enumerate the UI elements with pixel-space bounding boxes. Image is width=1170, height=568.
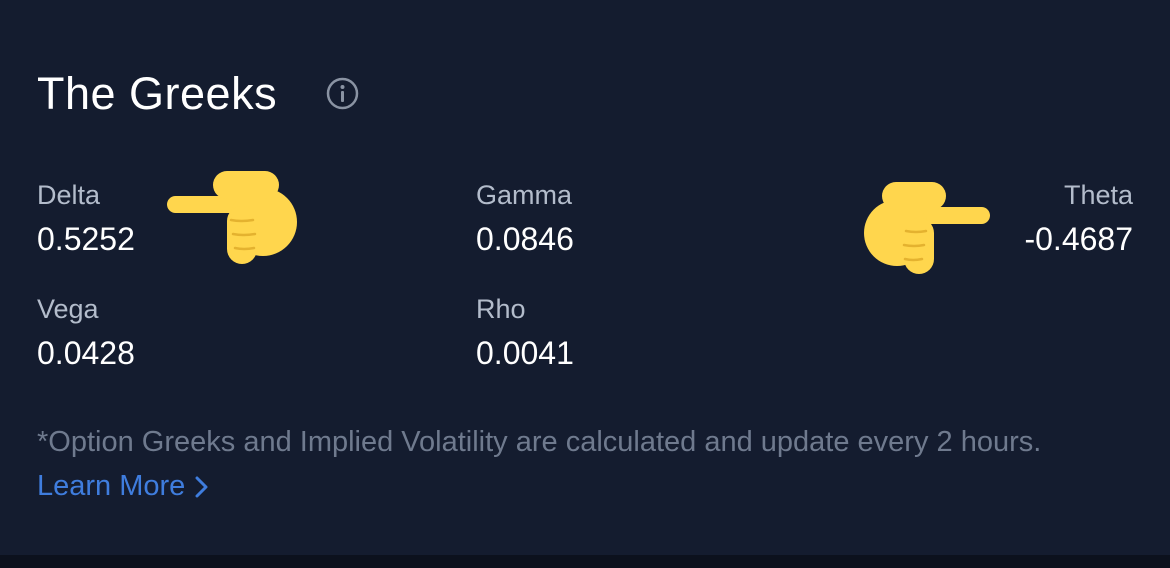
panel-title: The Greeks xyxy=(37,68,278,119)
backhand-index-pointing-right-icon xyxy=(167,171,297,264)
greek-theta: Theta -0.4687 xyxy=(1024,179,1133,259)
greek-vega: Vega 0.0428 xyxy=(37,293,135,373)
gamma-value: 0.0846 xyxy=(476,221,574,257)
rho-label: Rho xyxy=(476,294,526,324)
greeks-panel: The Greeks Delta 0.5252 Gamma 0.0846 The… xyxy=(0,0,1170,555)
vega-value: 0.0428 xyxy=(37,335,135,371)
gamma-label: Gamma xyxy=(476,180,573,210)
bottom-divider xyxy=(0,555,1170,568)
footnote: *Option Greeks and Implied Volatility ar… xyxy=(37,420,1137,508)
vega-label: Vega xyxy=(37,294,99,324)
rho-value: 0.0041 xyxy=(476,335,574,371)
greek-delta: Delta 0.5252 xyxy=(37,179,135,259)
delta-value: 0.5252 xyxy=(37,221,135,257)
delta-label: Delta xyxy=(37,180,101,210)
learn-more-label: Learn More xyxy=(37,470,186,502)
greek-rho: Rho 0.0041 xyxy=(476,293,574,373)
info-circle-icon[interactable] xyxy=(326,77,359,110)
greek-gamma: Gamma 0.0846 xyxy=(476,179,574,259)
learn-more-link[interactable]: Learn More xyxy=(37,470,209,502)
theta-value: -0.4687 xyxy=(1024,221,1133,257)
theta-label: Theta xyxy=(1063,180,1133,210)
backhand-index-pointing-left-icon xyxy=(864,182,990,274)
chevron-right-icon xyxy=(195,476,208,498)
footnote-text: *Option Greeks and Implied Volatility ar… xyxy=(37,426,1042,458)
